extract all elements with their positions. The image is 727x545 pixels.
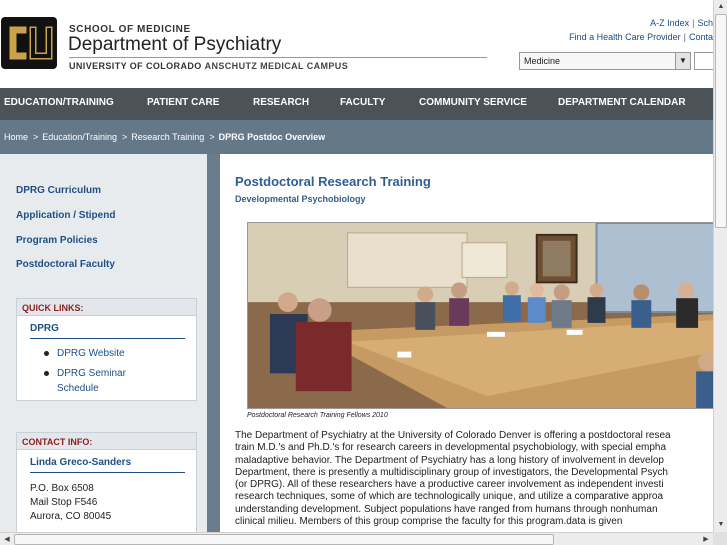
- nav-department-calendar[interactable]: DEPARTMENT CALENDAR: [558, 88, 686, 120]
- bullet-icon: [44, 351, 49, 356]
- intro-line: maladaptive behavior. The Department of …: [235, 454, 664, 466]
- quick-links-box: QUICK LINKS: DPRG DPRG Website DPRG Semi…: [16, 298, 197, 401]
- campus-university: UNIVERSITY OF COLORADO: [69, 61, 202, 71]
- page-subtitle: Developmental Psychobiology: [235, 194, 366, 204]
- breadcrumb-education-training[interactable]: Education/Training: [42, 132, 117, 142]
- quick-links-heading: QUICK LINKS:: [17, 299, 196, 316]
- quick-link-dprg-website[interactable]: DPRG Website: [57, 348, 125, 359]
- quick-link-item[interactable]: DPRG Seminar Schedule: [44, 366, 167, 396]
- main-nav: EDUCATION/TRAINING PATIENT CARE RESEARCH…: [0, 88, 713, 120]
- quick-links-dprg[interactable]: DPRG: [30, 323, 59, 334]
- sidebar: DPRG Curriculum Application / Stipend Pr…: [0, 154, 207, 542]
- campus-name: UNIVERSITY OF COLORADO ANSCHUTZ MEDICAL …: [69, 61, 348, 71]
- contact-info-box: CONTACT INFO: Linda Greco-Sanders P.O. B…: [16, 432, 197, 542]
- arrow-up-icon[interactable]: ▲: [715, 0, 727, 13]
- util-separator: |: [683, 32, 686, 42]
- search-scope-select[interactable]: Medicine: [519, 52, 691, 70]
- nav-education-training[interactable]: EDUCATION/TRAINING: [4, 88, 114, 120]
- search-scope-value: Medicine: [524, 56, 561, 66]
- fellows-photo: [247, 222, 713, 409]
- nav-patient-care[interactable]: PATIENT CARE: [147, 88, 219, 120]
- intro-line: The Department of Psychiatry at the Univ…: [235, 430, 671, 441]
- breadcrumb-separator: >: [209, 132, 215, 142]
- contact-info-heading: CONTACT INFO:: [17, 433, 196, 450]
- page: SCHOOL OF MEDICINE Department of Psychia…: [0, 0, 727, 545]
- breadcrumb-separator: >: [122, 132, 128, 142]
- arrow-right-icon[interactable]: ▶: [699, 533, 713, 545]
- sidebar-link-program-policies[interactable]: Program Policies: [16, 235, 98, 246]
- intro-paragraph: The Department of Psychiatry at the Univ…: [235, 430, 713, 528]
- campus-anschutz: ANSCHUTZ MEDICAL CAMPUS: [204, 61, 349, 71]
- department-title[interactable]: Department of Psychiatry: [68, 34, 281, 56]
- sidebar-link-curriculum[interactable]: DPRG Curriculum: [16, 185, 101, 196]
- breadcrumb: Home > Education/Training > Research Trainin…: [0, 120, 713, 154]
- breadcrumb-trail: Home > Education/Training > Research Trainin…: [4, 132, 325, 142]
- nav-research[interactable]: RESEARCH: [253, 88, 309, 120]
- breadcrumb-separator: >: [33, 132, 39, 142]
- horizontal-scrollbar[interactable]: ◀ ▶: [0, 532, 713, 545]
- contact-name[interactable]: Linda Greco-Sanders: [30, 457, 131, 468]
- intro-line: Department, there is presently a multidi…: [235, 466, 668, 478]
- contact-address-line: Aurora, CO 80045: [30, 511, 112, 522]
- nav-community-service[interactable]: COMMUNITY SERVICE: [419, 88, 527, 120]
- breadcrumb-current: DPRG Postdoc Overview: [218, 132, 326, 142]
- intro-line: understanding development. Subject popul…: [235, 503, 658, 515]
- scrollbar-corner: [713, 532, 727, 545]
- photo-caption: Postdoctoral Research Training Fellows 2…: [247, 412, 388, 419]
- chevron-down-icon[interactable]: ▼: [675, 53, 690, 69]
- arrow-left-icon[interactable]: ◀: [0, 533, 14, 545]
- main-content: Postdoctoral Research Training Developme…: [220, 154, 713, 532]
- sidebar-divider: [207, 154, 220, 532]
- sidebar-link-postdoctoral-faculty[interactable]: Postdoctoral Faculty: [16, 259, 115, 270]
- schools-link[interactable]: Sch: [697, 18, 713, 28]
- contact-address-line: P.O. Box 6508: [30, 483, 94, 494]
- header-divider: [69, 57, 487, 58]
- contact-divider: [30, 472, 185, 473]
- vertical-scroll-thumb[interactable]: [715, 14, 727, 228]
- vertical-scrollbar[interactable]: ▲ ▼: [713, 0, 727, 532]
- intro-line: research techniques, some of which are t…: [235, 491, 664, 503]
- horizontal-scroll-thumb[interactable]: [14, 534, 554, 545]
- find-provider-link[interactable]: Find a Health Care Provider: [569, 32, 681, 42]
- quick-links-divider: [30, 338, 185, 339]
- contact-address-line: Mail Stop F546: [30, 497, 98, 508]
- site-header: SCHOOL OF MEDICINE Department of Psychia…: [0, 0, 716, 88]
- contact-link[interactable]: Conta: [689, 32, 713, 42]
- breadcrumb-research-training[interactable]: Research Training: [131, 132, 204, 142]
- quick-link-dprg-seminar-schedule[interactable]: DPRG Seminar Schedule: [57, 368, 126, 394]
- intro-line: clinical milieu. Members of this group c…: [235, 516, 623, 528]
- cu-logo[interactable]: [0, 14, 58, 72]
- sidebar-link-application-stipend[interactable]: Application / Stipend: [16, 210, 115, 221]
- az-index-link[interactable]: A-Z Index: [650, 18, 689, 28]
- intro-line: (or DPRG). All of these researchers have…: [235, 479, 664, 491]
- utility-links: A-Z Index | Sch Find a Health Care Provide…: [569, 16, 713, 44]
- page-title: Postdoctoral Research Training: [235, 174, 431, 189]
- nav-faculty[interactable]: FACULTY: [340, 88, 385, 120]
- arrow-down-icon[interactable]: ▼: [715, 518, 727, 531]
- intro-line: train M.D.'s and Ph.D.'s for research ca…: [235, 442, 667, 454]
- quick-link-item[interactable]: DPRG Website: [44, 346, 125, 361]
- breadcrumb-home[interactable]: Home: [4, 132, 28, 142]
- bullet-icon: [44, 371, 49, 376]
